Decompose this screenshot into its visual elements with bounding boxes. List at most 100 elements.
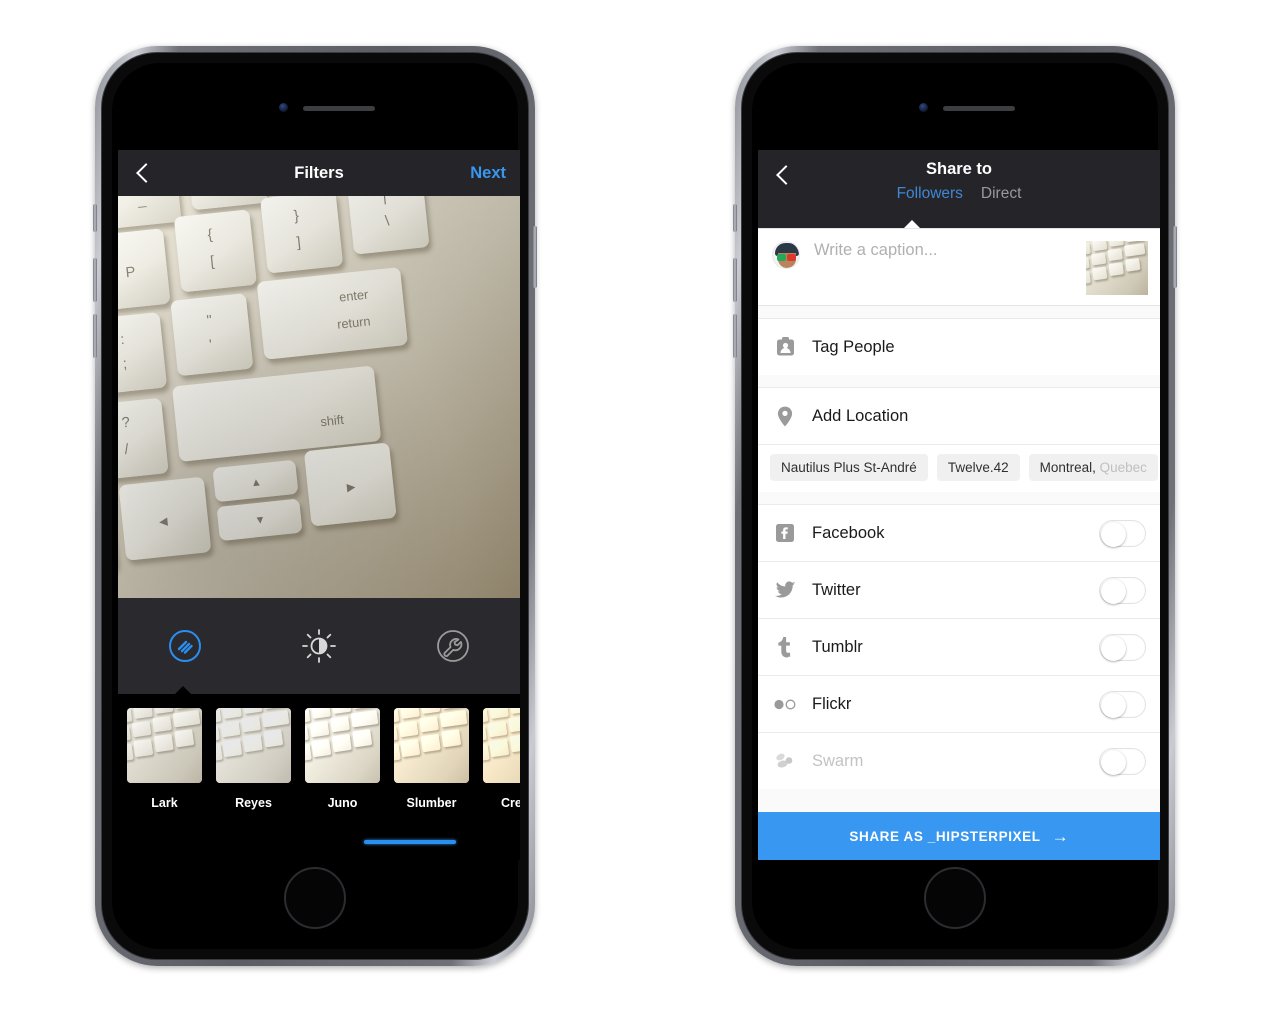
swarm-icon [772, 752, 798, 770]
page-title: Filters [294, 163, 344, 182]
service-label: Facebook [812, 523, 885, 542]
tag-person-icon [772, 337, 798, 357]
front-camera-icon [919, 103, 928, 112]
add-location-label: Add Location [812, 406, 909, 425]
tumblr-toggle[interactable] [1099, 633, 1146, 661]
front-camera-icon [279, 103, 288, 112]
home-button[interactable] [924, 867, 986, 929]
chevron-left-icon[interactable] [772, 164, 794, 186]
ring-switch[interactable] [93, 204, 97, 232]
share-navbar: Share to Followers Direct [758, 150, 1160, 229]
brightness-sun-icon [302, 629, 336, 663]
share-sheet: Write a caption... Tag People Add Locati… [758, 228, 1160, 860]
power-button[interactable] [533, 226, 537, 288]
twitter-icon [772, 581, 798, 599]
volume-up-button[interactable] [93, 258, 97, 302]
service-label: Twitter [812, 580, 861, 599]
filter-thumbnail [305, 708, 380, 783]
share-button[interactable]: SHARE AS _HIPSTERPIXEL → [758, 812, 1160, 860]
filter-carousel[interactable]: Lark Reyes Juno Slumber Cre [118, 694, 520, 860]
filter-item-selected[interactable]: Slumber [387, 708, 476, 810]
filter-thumbnail [483, 708, 520, 783]
screenshot-stage: Filters Next O − _ + = delete [0, 0, 1280, 1016]
service-label: Tumblr [812, 637, 863, 656]
earpiece-speaker [943, 106, 1015, 111]
volume-up-button[interactable] [733, 258, 737, 302]
service-label: Swarm [812, 751, 864, 770]
edit-tool-button[interactable] [431, 624, 475, 668]
filter-item[interactable]: Lark [120, 708, 209, 810]
power-button[interactable] [1173, 226, 1177, 288]
app-screen-share: Share to Followers Direct Write a captio… [758, 150, 1160, 860]
flickr-icon [772, 699, 798, 710]
wrench-edit-icon [437, 630, 469, 662]
toggle-knob [1101, 692, 1126, 718]
caption-input[interactable]: Write a caption... [814, 241, 938, 293]
section-gap [758, 306, 1160, 318]
post-thumbnail [1086, 241, 1148, 295]
section-gap [758, 375, 1160, 387]
tab-direct[interactable]: Direct [981, 185, 1021, 203]
selected-filter-indicator [364, 840, 456, 844]
photo-preview[interactable]: O − _ + = delete P { [ [118, 196, 520, 598]
facebook-toggle[interactable] [1099, 519, 1146, 547]
service-row-twitter[interactable]: Twitter [758, 561, 1160, 618]
filter-thumbnail [394, 708, 469, 783]
tag-people-row[interactable]: Tag People [758, 318, 1160, 375]
filters-navbar: Filters Next [118, 150, 520, 196]
next-button[interactable]: Next [470, 164, 506, 183]
add-location-row[interactable]: Add Location [758, 387, 1160, 444]
service-row-facebook[interactable]: Facebook [758, 504, 1160, 561]
swarm-toggle[interactable] [1099, 747, 1146, 775]
filter-item[interactable]: Juno [298, 708, 387, 810]
ring-switch[interactable] [733, 204, 737, 232]
home-button[interactable] [284, 867, 346, 929]
earpiece-speaker [303, 106, 375, 111]
facebook-icon [772, 523, 798, 543]
filter-item[interactable]: Reyes [209, 708, 298, 810]
location-pin-icon [772, 406, 798, 427]
service-row-flickr[interactable]: Flickr [758, 675, 1160, 732]
filter-label: Slumber [406, 796, 457, 810]
filter-thumbnail [216, 708, 291, 783]
service-row-swarm[interactable]: Swarm [758, 732, 1160, 789]
share-button-label: SHARE AS _HIPSTERPIXEL [849, 828, 1041, 844]
filter-label: Reyes [235, 796, 272, 810]
toggle-knob [1101, 521, 1126, 547]
tumblr-icon [772, 636, 798, 658]
location-chip[interactable]: Twelve.42 [936, 454, 1020, 481]
location-chip-text: Montreal, [1039, 460, 1100, 475]
filter-item[interactable]: Crema [476, 708, 520, 810]
tag-people-label: Tag People [812, 337, 895, 356]
location-chip-truncated: Quebec [1099, 460, 1147, 475]
filter-thumbnail [127, 708, 202, 783]
adjust-tool-button[interactable] [297, 624, 341, 668]
filter-label: Juno [327, 796, 358, 810]
location-suggestions: Nautilus Plus St-André Twelve.42 Montrea… [758, 444, 1160, 492]
location-chip[interactable]: Nautilus Plus St-André [770, 454, 928, 481]
volume-down-button[interactable] [93, 314, 97, 358]
flickr-toggle[interactable] [1099, 690, 1146, 718]
page-title: Share to [925, 160, 993, 178]
toggle-knob [1101, 578, 1126, 604]
filters-icon [169, 630, 201, 662]
caption-row[interactable]: Write a caption... [758, 228, 1160, 306]
chevron-left-icon[interactable] [132, 162, 154, 184]
twitter-toggle[interactable] [1099, 576, 1146, 604]
location-chip[interactable]: Montreal, Quebec [1028, 454, 1158, 481]
tab-followers[interactable]: Followers [897, 185, 963, 203]
phone-left-filters: Filters Next O − _ + = delete [93, 46, 537, 966]
arrow-right-icon: → [1051, 826, 1069, 846]
toggle-knob [1101, 635, 1126, 661]
share-tabs: Followers Direct [758, 185, 1160, 203]
service-row-tumblr[interactable]: Tumblr [758, 618, 1160, 675]
toggle-knob [1101, 749, 1126, 775]
filter-label: Lark [151, 796, 178, 810]
phone-right-share: Share to Followers Direct Write a captio… [733, 46, 1177, 966]
filters-tool-button[interactable] [163, 624, 207, 668]
volume-down-button[interactable] [733, 314, 737, 358]
service-label: Flickr [812, 694, 852, 713]
filter-label: Crema [501, 796, 520, 810]
section-gap [758, 492, 1160, 504]
app-screen-filters: Filters Next O − _ + = delete [118, 150, 520, 860]
